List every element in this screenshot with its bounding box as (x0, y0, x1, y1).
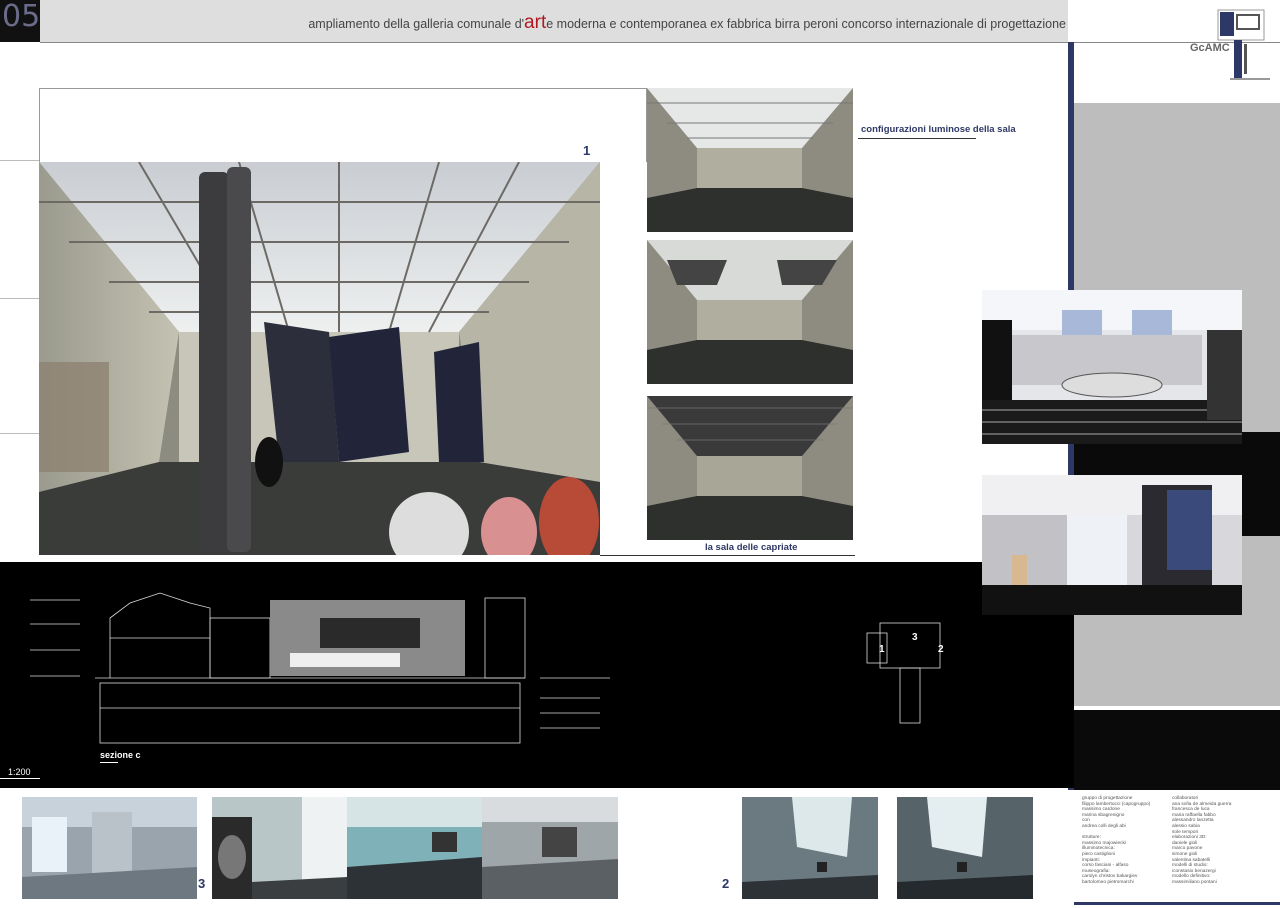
header-rule (40, 42, 1280, 43)
plan-label-2: 2 (938, 644, 944, 655)
plan-label-1: 1 (879, 644, 885, 655)
lighting-configurations-label: configurazioni luminose della sala (861, 124, 1016, 135)
grid-line (0, 298, 39, 299)
sheet-title: ampliamento della galleria comunale d'ar… (308, 12, 1066, 33)
lighting-config-thumb-2 (647, 240, 853, 384)
credits-column-1: gruppo di progettazione filippo lambertu… (1082, 796, 1172, 886)
render-view-upper (982, 290, 1242, 444)
view-number-3: 3 (198, 876, 206, 891)
project-credits: gruppo di progettazione filippo lambertu… (1082, 796, 1272, 896)
view-number-1: 1 (583, 143, 591, 158)
plan-label-3: 3 (912, 632, 918, 643)
section-underline (100, 762, 118, 763)
gallery-render-2 (212, 797, 347, 899)
main-frame (39, 88, 647, 162)
gallery-render-3 (347, 797, 482, 899)
leader-line (600, 555, 855, 556)
hall-label: la sala delle capriate (705, 542, 798, 553)
lighting-config-thumb-3 (647, 396, 853, 540)
grid-line (0, 433, 39, 434)
gallery-render-4 (482, 797, 618, 899)
leader-line (858, 138, 976, 139)
credit-line: bartolomeo pietromarchi (1082, 879, 1134, 885)
section-label: sezione c (100, 750, 141, 760)
key-plan: 3 1 2 (866, 622, 944, 724)
scale-underline (0, 778, 40, 779)
gallery-render-5 (742, 797, 878, 899)
render-view-lower (982, 475, 1242, 615)
section-c-drawing (30, 592, 610, 744)
credits-column-2: collaboratori ana sofia de almeida guerr… (1172, 796, 1262, 886)
gallery-render-1 (22, 797, 197, 899)
credit-line: massimiliano pontani (1172, 879, 1217, 885)
scale-label: 1:200 (8, 767, 31, 777)
logo-text: GcAMC (1190, 42, 1230, 54)
view-number-2: 2 (722, 876, 730, 891)
gallery-render-6 (897, 797, 1033, 899)
right-black-panel-bottom (1074, 710, 1280, 790)
title-bar: ampliamento della galleria comunale d'ar… (40, 0, 1068, 42)
main-hall-render (39, 162, 600, 555)
section-drawing-panel: 3 1 2 (0, 562, 1068, 788)
lighting-config-thumb-1 (647, 88, 853, 232)
sheet-number: 05 (0, 0, 40, 42)
grid-line (0, 160, 39, 161)
bottom-accent-rule (1074, 902, 1280, 905)
